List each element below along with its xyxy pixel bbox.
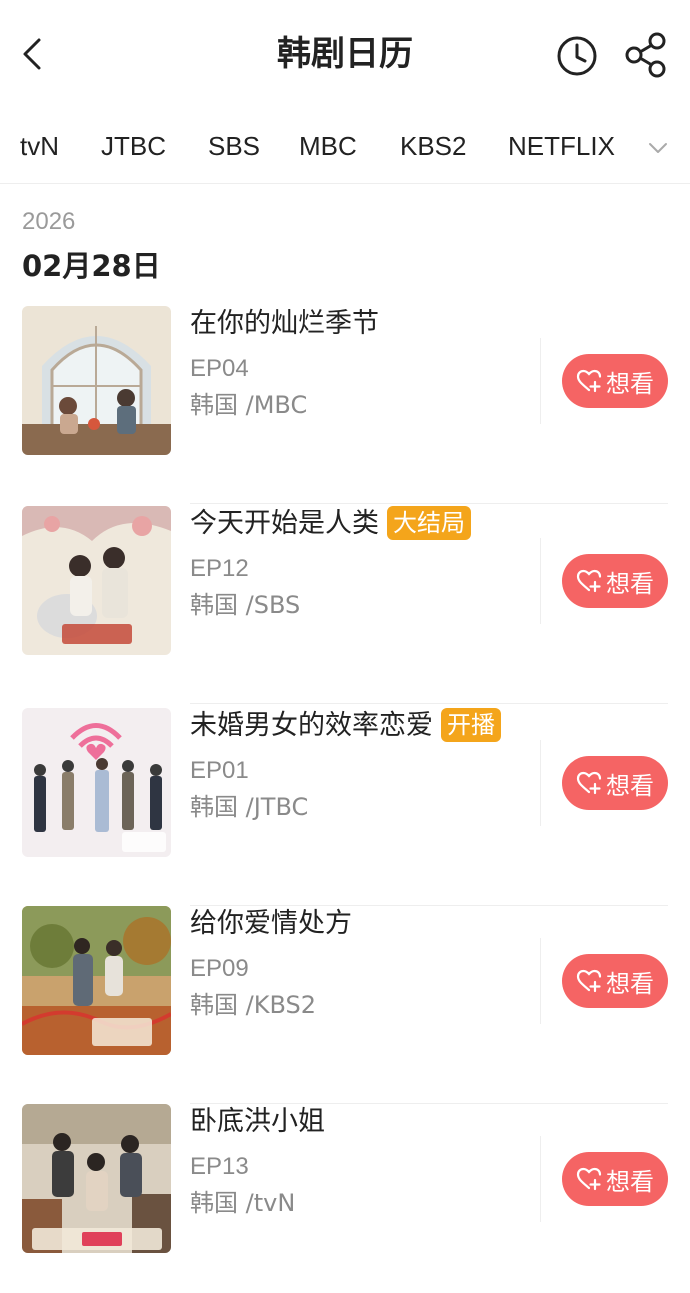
want-to-watch-label: 想看: [606, 369, 654, 398]
region-label: 韩国 /JTBC: [190, 793, 309, 821]
poster-image[interactable]: [22, 306, 171, 455]
drama-title[interactable]: 未婚男女的效率恋爱 开播: [190, 708, 501, 744]
channel-tabs: tvN JTBC SBS MBC KBS2 NETFLIX: [0, 112, 690, 184]
episode-label: EP09: [190, 955, 249, 982]
finale-badge: 大结局: [387, 506, 471, 540]
episode-label: EP12: [190, 555, 249, 582]
list-item[interactable]: 给你爱情处方 EP09 韩国 /KBS2 想看: [0, 906, 690, 1104]
top-bar: 韩剧日历: [0, 0, 690, 110]
episode-label: EP13: [190, 1153, 249, 1180]
poster-image[interactable]: [22, 506, 171, 655]
want-to-watch-label: 想看: [606, 969, 654, 998]
back-button[interactable]: [14, 34, 50, 74]
heart-plus-icon: [576, 569, 602, 593]
divider: [540, 938, 541, 1024]
date-year: 2026: [22, 208, 76, 235]
want-to-watch-button[interactable]: 想看: [562, 756, 668, 810]
list-item[interactable]: 在你的灿烂季节 EP04 韩国 /MBC 想看: [0, 306, 690, 504]
tabs-expand-button[interactable]: [644, 134, 672, 162]
clock-icon: [557, 36, 597, 76]
list-item[interactable]: 今天开始是人类 大结局 EP12 韩国 /SBS 想看: [0, 506, 690, 704]
share-icon: [625, 32, 666, 78]
history-button[interactable]: [556, 35, 598, 77]
drama-title[interactable]: 卧底洪小姐: [190, 1104, 325, 1140]
region-label: 韩国 /SBS: [190, 591, 301, 619]
row-divider: [190, 703, 668, 704]
divider: [540, 538, 541, 624]
divider: [540, 1136, 541, 1222]
want-to-watch-button[interactable]: 想看: [562, 954, 668, 1008]
drama-title[interactable]: 在你的灿烂季节: [190, 306, 379, 342]
row-divider: [190, 503, 668, 504]
episode-label: EP04: [190, 355, 249, 382]
premiere-badge: 开播: [441, 708, 501, 742]
want-to-watch-button[interactable]: 想看: [562, 1152, 668, 1206]
date-day: 02月28日: [22, 249, 161, 283]
chevron-down-icon: [649, 143, 667, 153]
list-item[interactable]: 未婚男女的效率恋爱 开播 EP01 韩国 /JTBC 想看: [0, 708, 690, 906]
chevron-left-icon: [23, 38, 41, 70]
tab-tvn[interactable]: tvN: [20, 128, 59, 164]
poster-image[interactable]: [22, 906, 171, 1055]
divider: [540, 338, 541, 424]
want-to-watch-button[interactable]: 想看: [562, 354, 668, 408]
want-to-watch-label: 想看: [606, 771, 654, 800]
heart-plus-icon: [576, 771, 602, 795]
poster-image[interactable]: [22, 708, 171, 857]
heart-plus-icon: [576, 1167, 602, 1191]
heart-plus-icon: [576, 969, 602, 993]
episode-label: EP01: [190, 757, 249, 784]
drama-title[interactable]: 给你爱情处方: [190, 906, 352, 942]
want-to-watch-label: 想看: [606, 569, 654, 598]
poster-image[interactable]: [22, 1104, 171, 1253]
share-button[interactable]: [622, 31, 670, 79]
region-label: 韩国 /tvN: [190, 1189, 296, 1217]
want-to-watch-label: 想看: [606, 1167, 654, 1196]
region-label: 韩国 /MBC: [190, 391, 308, 419]
want-to-watch-button[interactable]: 想看: [562, 554, 668, 608]
heart-plus-icon: [576, 369, 602, 393]
tab-netflix[interactable]: NETFLIX: [508, 128, 615, 164]
drama-title[interactable]: 今天开始是人类 大结局: [190, 506, 471, 542]
list-item[interactable]: 卧底洪小姐 EP13 韩国 /tvN 想看: [0, 1104, 690, 1293]
tab-sbs[interactable]: SBS: [208, 128, 260, 164]
tab-mbc[interactable]: MBC: [299, 128, 357, 164]
region-label: 韩国 /KBS2: [190, 991, 316, 1019]
tab-jtbc[interactable]: JTBC: [101, 128, 166, 164]
divider: [540, 740, 541, 826]
tab-kbs2[interactable]: KBS2: [400, 128, 467, 164]
